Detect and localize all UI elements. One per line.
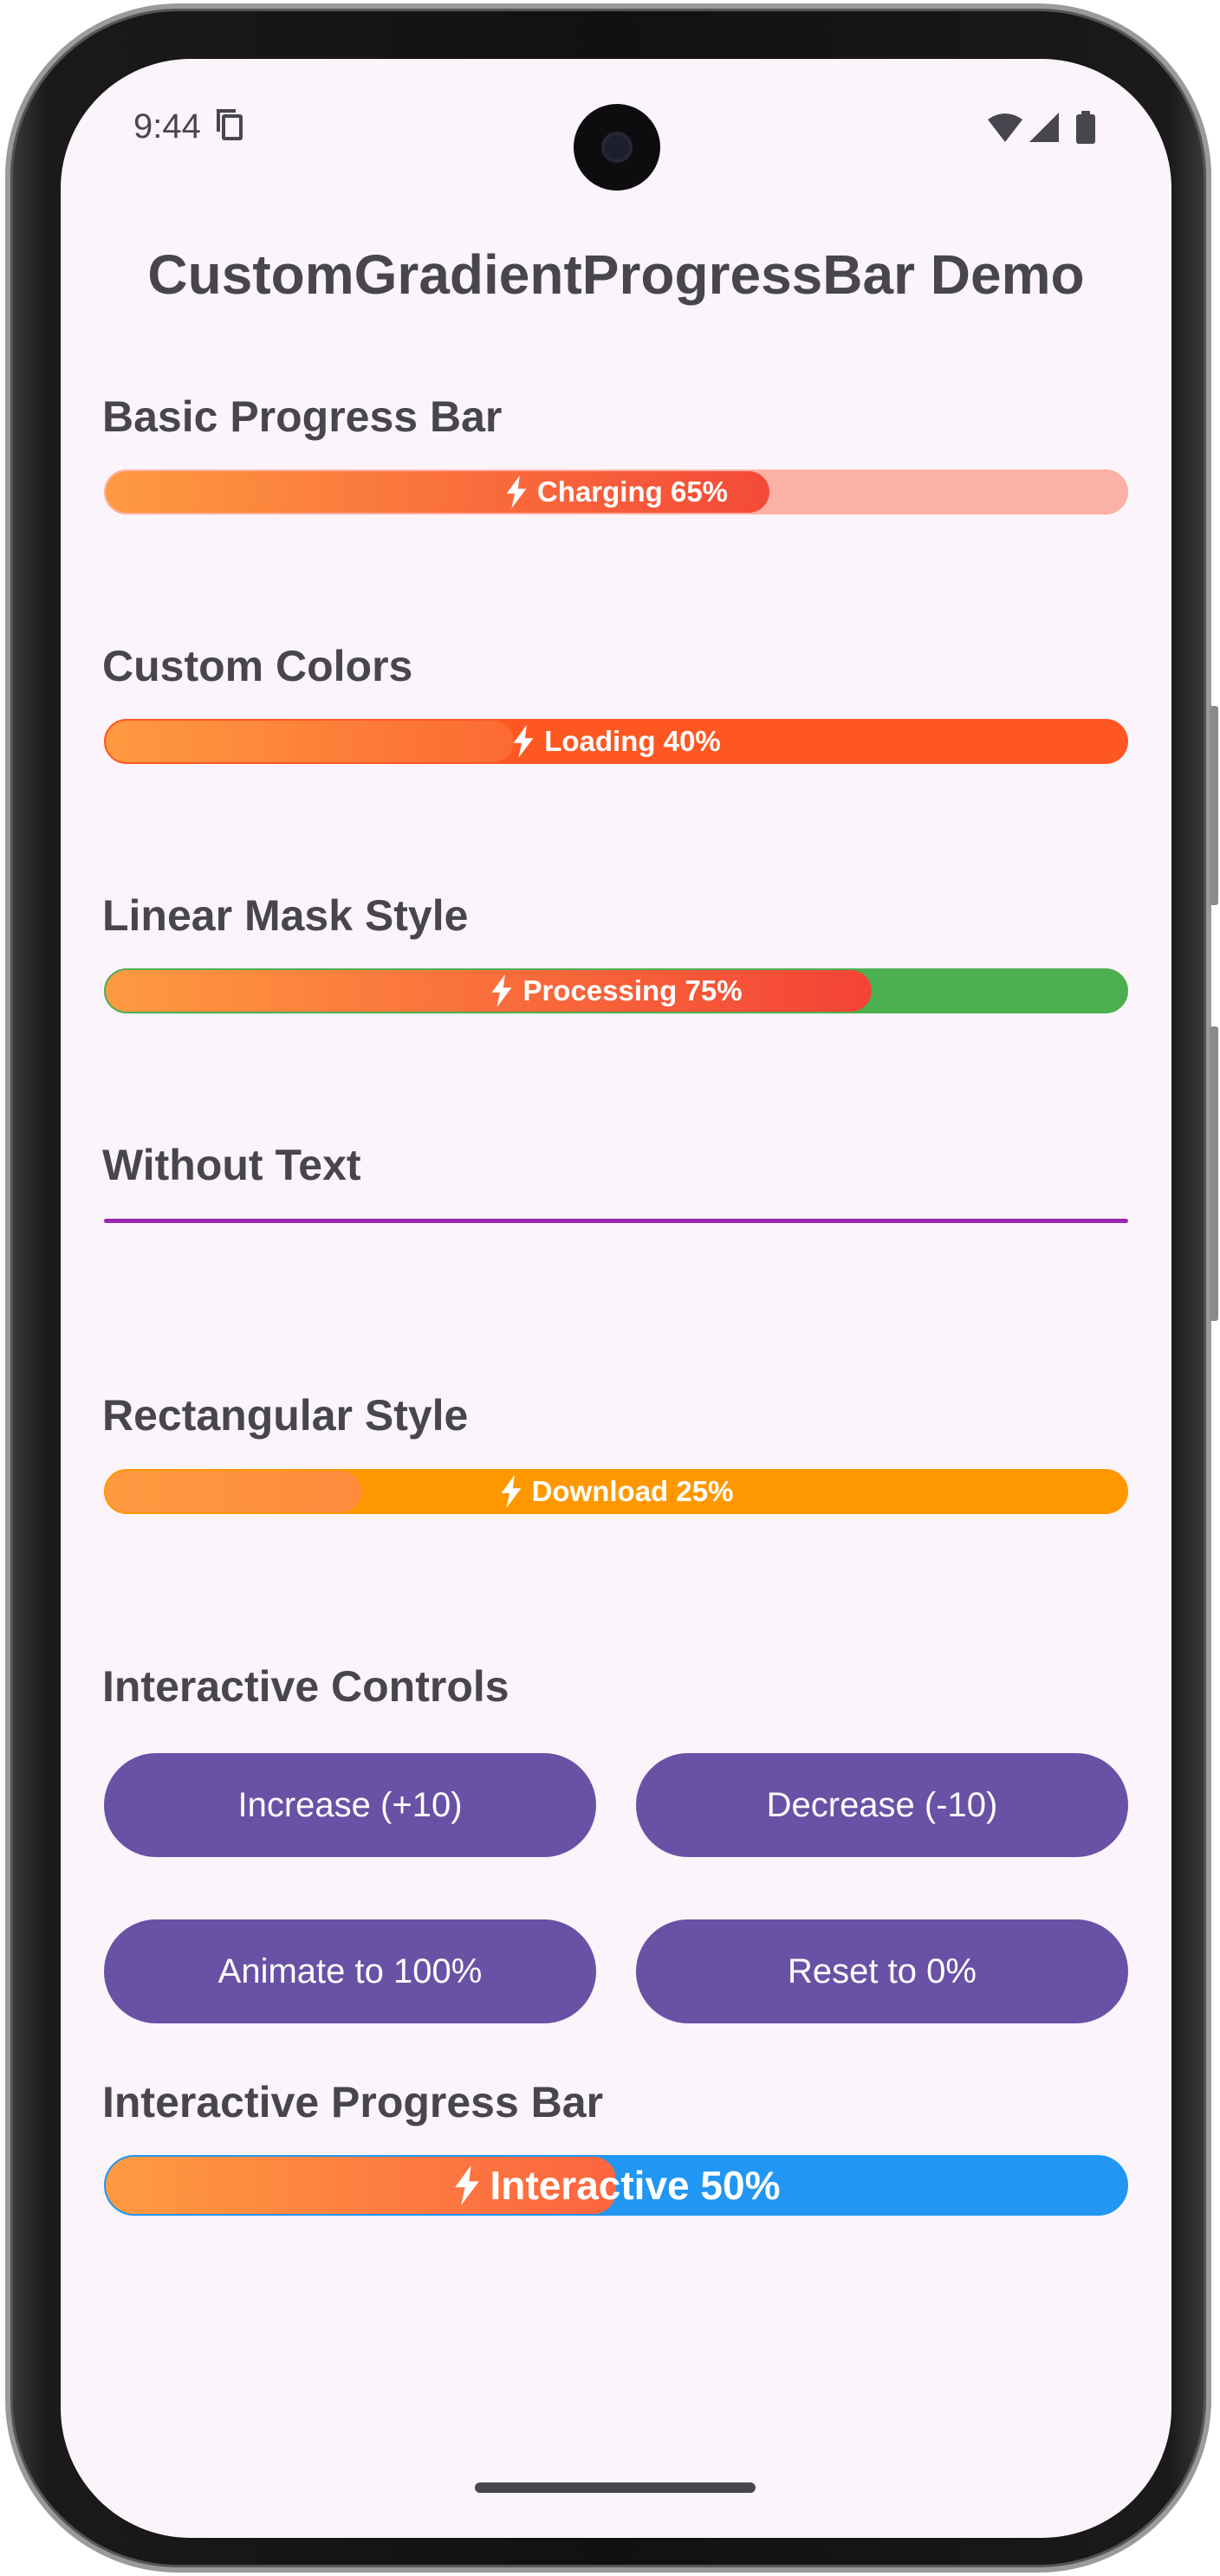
status-time: 9:44 <box>133 107 201 146</box>
progress-bar-basic: Charging 65% <box>104 469 1128 515</box>
battery-icon <box>1076 111 1095 144</box>
section-label-rectangular: Rectangular Style <box>102 1391 469 1440</box>
signal-icon <box>1029 113 1059 142</box>
progress-text: Interactive 50% <box>490 2163 781 2208</box>
bolt-icon <box>506 476 527 508</box>
wifi-icon <box>988 113 1022 142</box>
progress-text: Loading 40% <box>544 725 721 757</box>
bolt-icon <box>513 725 534 758</box>
animate-button[interactable]: Animate to 100% <box>104 1919 596 2023</box>
reset-button[interactable]: Reset to 0% <box>636 1919 1128 2023</box>
progress-bar-linear-mask: Processing 75% <box>104 968 1128 1013</box>
section-label-linear-mask: Linear Mask Style <box>102 891 469 940</box>
bolt-icon <box>492 974 512 1007</box>
decrease-button[interactable]: Decrease (-10) <box>636 1753 1128 1857</box>
page-title: CustomGradientProgressBar Demo <box>147 243 1085 306</box>
section-label-interactive-controls: Interactive Controls <box>102 1662 509 1711</box>
front-camera <box>574 104 660 191</box>
section-label-without-text: Without Text <box>102 1141 361 1189</box>
progress-bar-interactive[interactable]: Interactive 50% <box>104 2155 1128 2216</box>
increase-button[interactable]: Increase (+10) <box>104 1753 596 1857</box>
bolt-icon <box>501 1475 521 1508</box>
section-label-basic: Basic Progress Bar <box>102 392 503 441</box>
status-icons <box>988 111 1095 144</box>
section-label-interactive-bar: Interactive Progress Bar <box>102 2078 604 2126</box>
phone-frame: 9:44 CustomGradientProgressBar Demo Basi… <box>5 3 1218 2573</box>
progress-text: Processing 75% <box>522 974 743 1006</box>
progress-bar-rectangular: Download 25% <box>104 1469 1128 1514</box>
bolt-icon <box>454 2165 479 2205</box>
progress-text: Charging 65% <box>536 476 729 508</box>
progress-bar-custom-colors: Loading 40% <box>104 719 1128 764</box>
volume-button <box>1210 1026 1218 1321</box>
progress-line-without-text <box>104 1219 1128 1223</box>
screen: 9:44 CustomGradientProgressBar Demo Basi… <box>61 59 1171 2538</box>
home-indicator[interactable] <box>475 2482 756 2493</box>
section-label-custom-colors: Custom Colors <box>102 642 413 690</box>
screenshot-icon <box>217 109 243 140</box>
power-button <box>1210 706 1218 905</box>
progress-text: Download 25% <box>531 1475 734 1507</box>
